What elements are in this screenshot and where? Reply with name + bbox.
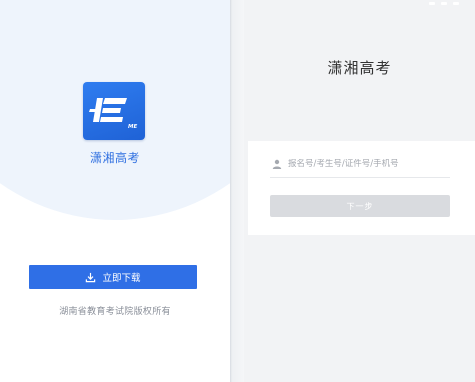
- status-icon: [441, 2, 447, 5]
- download-pane: ME 潇湘高考 立即下载 湖南省教育考试院版权所有: [0, 0, 230, 382]
- app-logo-icon: ME: [83, 82, 145, 140]
- status-bar-icons: [429, 2, 459, 5]
- app-name: 潇湘高考: [89, 151, 140, 165]
- copyright-text: 湖南省教育考试院版权所有: [59, 307, 171, 317]
- status-icon: [429, 2, 435, 5]
- status-icon: [453, 2, 459, 5]
- pane-divider: [230, 0, 244, 382]
- id-input[interactable]: [288, 159, 448, 169]
- page: ME 潇湘高考 立即下载 湖南省教育考试院版权所有 潇湘高考 报名号/考生号/证…: [0, 0, 475, 382]
- logo-text: ME: [128, 124, 137, 130]
- login-pane: 潇湘高考 下一步: [244, 0, 475, 382]
- id-input-row: [270, 151, 450, 178]
- login-card: 下一步: [248, 141, 475, 235]
- login-title: 潇湘高考: [327, 59, 392, 77]
- next-button[interactable]: 下一步: [270, 195, 450, 217]
- download-icon: [86, 272, 96, 282]
- download-button-label: 立即下载: [102, 273, 141, 284]
- user-icon: [272, 159, 282, 169]
- download-button[interactable]: 立即下载: [29, 265, 197, 289]
